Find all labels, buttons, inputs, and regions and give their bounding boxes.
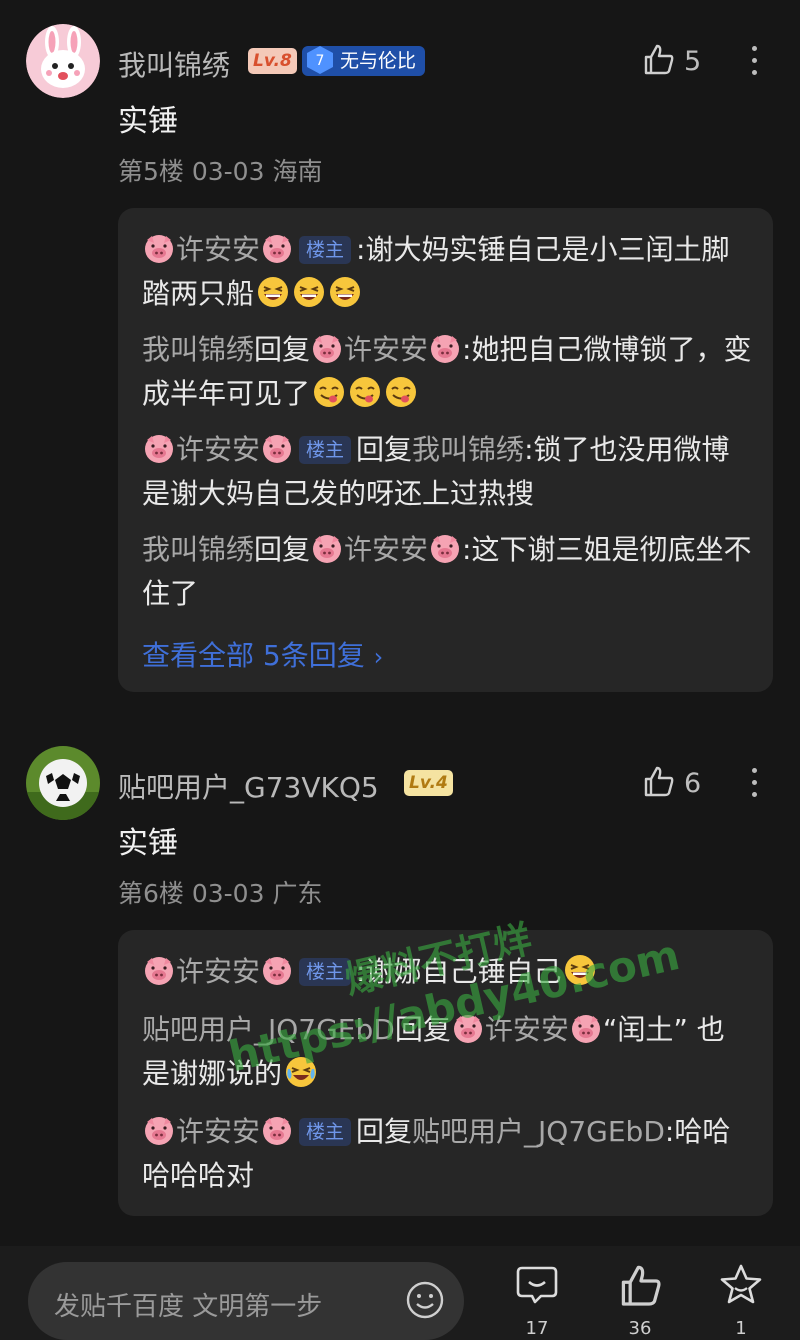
- like-count: 6: [684, 768, 702, 799]
- reply-author[interactable]: 许安安: [176, 1115, 260, 1148]
- pig-icon: [260, 953, 294, 987]
- reply-author[interactable]: 贴吧用户_JQ7GEbD: [142, 1013, 395, 1046]
- comment-input[interactable]: 发贴千百度 文明第一步: [28, 1262, 464, 1340]
- reply-item[interactable]: 贴吧用户_JQ7GEbD回复 许安安 “闰土” 也是谢娜说的: [142, 1008, 752, 1096]
- emoji-smile-icon[interactable]: [404, 1279, 446, 1321]
- post-content: 实锤: [118, 826, 178, 861]
- more-options-icon[interactable]: [752, 768, 758, 804]
- crying-laughing-emoji-icon: [284, 1055, 318, 1089]
- reply-box: 许安安 楼主:谢娜自己锤自己 贴吧用户_JQ7GEbD回复 许安安 “闰土” 也是谢娜…: [118, 930, 773, 1216]
- reply-word: 回复: [356, 1115, 413, 1148]
- like-total-count: 36: [628, 1318, 652, 1339]
- reply-item[interactable]: 许安安 楼主 回复贴吧用户_JQ7GEbD:哈哈哈哈哈对: [142, 1110, 752, 1198]
- favorite-count: 1: [735, 1318, 747, 1339]
- grinning-squint-emoji-icon: [563, 953, 597, 987]
- thumbs-up-icon[interactable]: [618, 1262, 664, 1308]
- host-badge: 楼主: [299, 1118, 352, 1146]
- reply-target[interactable]: 贴吧用户_JQ7GEbD: [412, 1115, 665, 1148]
- reply-author[interactable]: 许安安: [176, 955, 260, 988]
- username[interactable]: 贴吧用户_G73VKQ5: [118, 766, 379, 806]
- pig-icon: [142, 1113, 176, 1147]
- comment-icon[interactable]: [514, 1262, 560, 1308]
- thumbs-up-icon[interactable]: [642, 764, 676, 798]
- reply-target[interactable]: 许安安: [485, 1013, 569, 1046]
- pig-icon: [142, 953, 176, 987]
- reply-text: :谢娜自己锤自己: [356, 955, 562, 988]
- reply-word: 回复: [394, 1013, 451, 1046]
- post-meta: 第6楼 03-03 广东: [118, 879, 323, 908]
- star-favorite-icon[interactable]: [718, 1262, 764, 1308]
- avatar-soccer-ball[interactable]: [26, 746, 100, 820]
- post-floor-6: 贴吧用户_G73VKQ5 Lv.4 6 实锤 第6楼 03-03 广东 许安安楼…: [0, 0, 800, 1240]
- bottom-bar: 发贴千百度 文明第一步 17 36 1: [0, 1246, 800, 1340]
- comment-count: 17: [525, 1318, 549, 1339]
- reply-item[interactable]: 许安安 楼主:谢娜自己锤自己: [142, 950, 752, 994]
- pig-icon: [451, 1011, 485, 1045]
- pig-icon: [260, 1113, 294, 1147]
- pig-icon: [569, 1011, 603, 1045]
- level-badge: Lv.4: [404, 770, 453, 796]
- comment-input-placeholder: 发贴千百度 文明第一步: [54, 1292, 323, 1322]
- host-badge: 楼主: [299, 958, 352, 986]
